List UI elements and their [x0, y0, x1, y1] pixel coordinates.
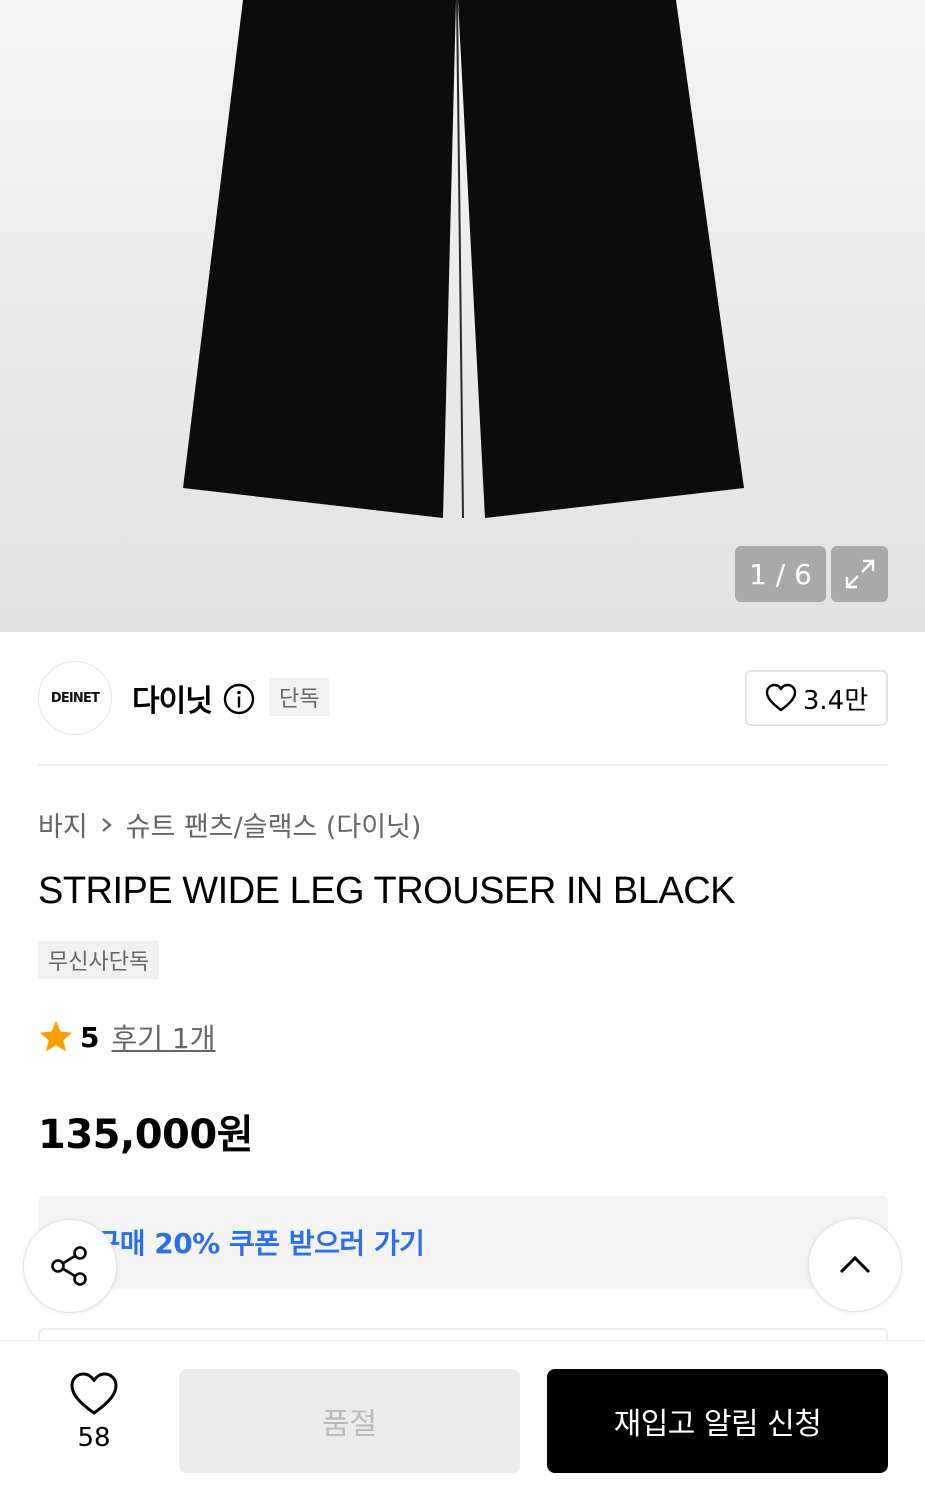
- image-counter: 1 / 6: [735, 546, 826, 602]
- scroll-top-button[interactable]: [808, 1218, 902, 1312]
- wish-count: 58: [77, 1423, 111, 1453]
- breadcrumb-subcategory[interactable]: 슈트 팬츠/슬랙스 (다이닛): [126, 805, 422, 844]
- expand-arrows-icon: [845, 559, 874, 589]
- product-title: STRIPE WIDE LEG TROUSER IN BLACK: [38, 870, 736, 912]
- soldout-button: 품절: [179, 1369, 520, 1473]
- reviews-link[interactable]: 후기 1개: [111, 1017, 215, 1057]
- product-price: 135,000원: [38, 1112, 254, 1158]
- coupon-banner[interactable]: 첫 구매 20% 쿠폰 받으러 가기: [38, 1196, 888, 1289]
- breadcrumb-category[interactable]: 바지: [38, 805, 88, 844]
- product-image-gallery[interactable]: 1 / 6: [0, 0, 925, 632]
- rating-row: 5 후기 1개: [38, 1017, 215, 1057]
- product-photo: [183, 0, 744, 519]
- brand-like-count: 3.4만: [802, 685, 869, 716]
- share-icon: [51, 1246, 87, 1286]
- divider: [38, 764, 888, 766]
- info-circle-icon[interactable]: [222, 682, 256, 716]
- share-button[interactable]: [23, 1219, 117, 1313]
- brand-row: DEINET 다이닛 단독 3.4만: [38, 660, 888, 736]
- brand-logo[interactable]: DEINET: [38, 661, 112, 735]
- bottom-action-bar: 58 품절 재입고 알림 신청: [0, 1340, 925, 1500]
- heart-outline-icon: [70, 1372, 118, 1415]
- chevron-up-icon: [839, 1255, 871, 1274]
- brand-like-button[interactable]: 3.4만: [745, 670, 888, 726]
- restock-alert-button[interactable]: 재입고 알림 신청: [547, 1369, 888, 1473]
- exclusive-badge: 단독: [269, 678, 330, 716]
- chevron-right-icon: [101, 817, 112, 832]
- rating-score: 5: [80, 1020, 100, 1054]
- wish-button[interactable]: 58: [56, 1371, 132, 1453]
- brand-name[interactable]: 다이닛: [132, 676, 213, 720]
- heart-outline-icon: [765, 683, 797, 712]
- star-icon: [40, 1021, 72, 1052]
- zoom-button[interactable]: [831, 546, 888, 602]
- musinsa-exclusive-tag: 무신사단독: [38, 941, 160, 979]
- breadcrumb: 바지 슈트 팬츠/슬랙스 (다이닛): [38, 805, 421, 844]
